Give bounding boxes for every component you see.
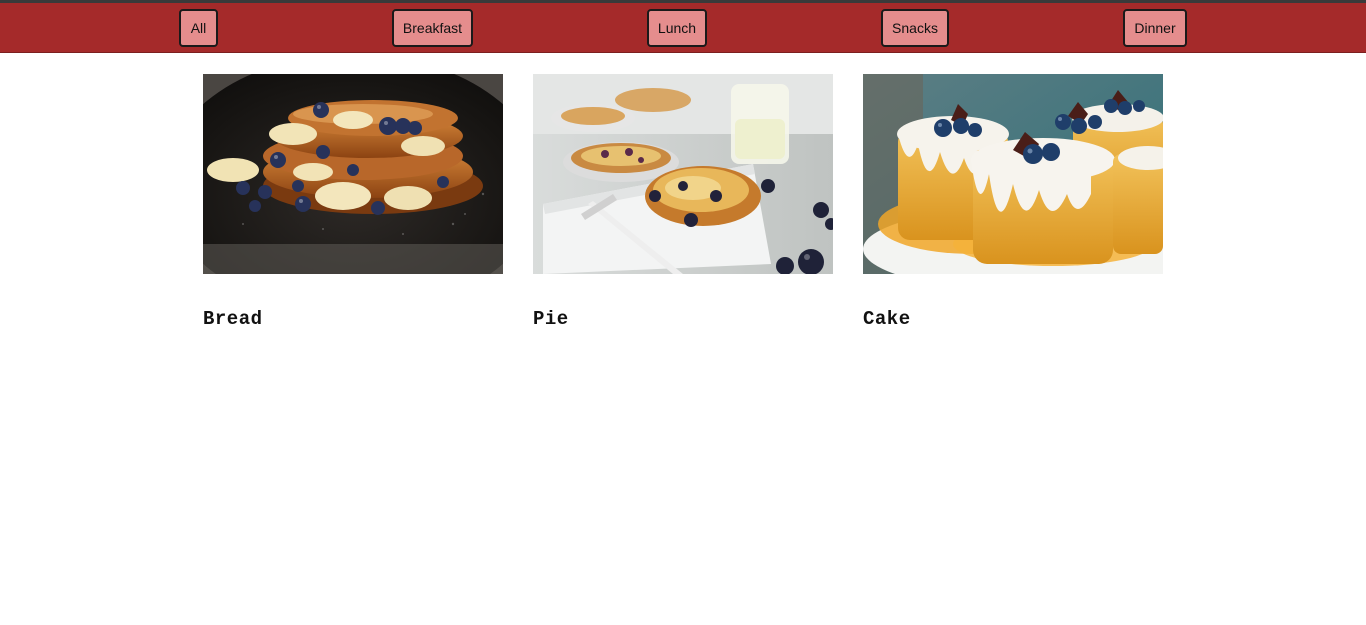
menu-item-title: Pie: [533, 308, 569, 330]
menu-item-title: Cake: [863, 308, 911, 330]
category-navbar: All Breakfast Lunch Snacks Dinner: [0, 3, 1366, 53]
menu-item-card: Cake: [863, 74, 1163, 330]
bread-photo: [203, 74, 503, 274]
filter-lunch-button[interactable]: Lunch: [647, 9, 707, 47]
filter-snacks-button[interactable]: Snacks: [881, 9, 949, 47]
menu-item-card: Pie: [533, 74, 833, 330]
menu-item-card: Bread: [203, 74, 503, 330]
cake-photo: [863, 74, 1163, 274]
pie-photo: [533, 74, 833, 274]
menu-item-title: Bread: [203, 308, 263, 330]
filter-dinner-button[interactable]: Dinner: [1123, 9, 1187, 47]
filter-all-button[interactable]: All: [179, 9, 218, 47]
filter-breakfast-button[interactable]: Breakfast: [392, 9, 473, 47]
